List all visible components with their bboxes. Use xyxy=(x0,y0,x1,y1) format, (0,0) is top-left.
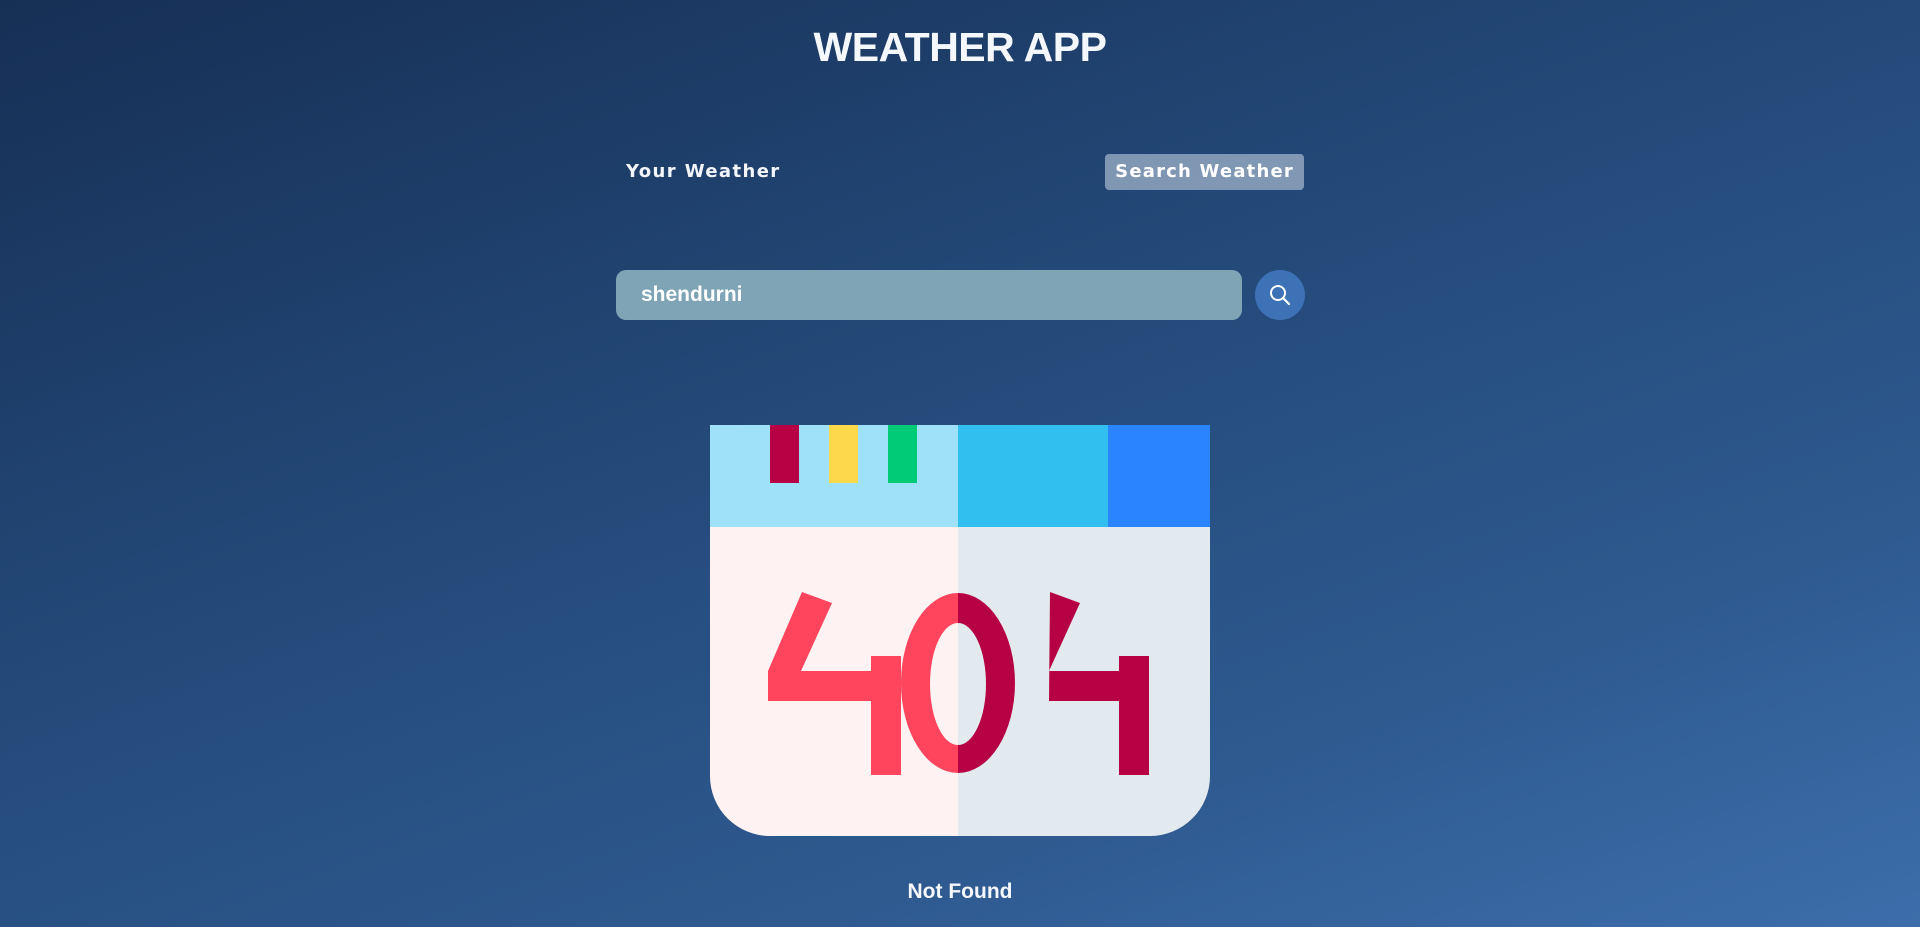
city-search-input[interactable] xyxy=(616,270,1242,320)
tab-search-weather[interactable]: Search Weather xyxy=(1105,154,1304,190)
tab-your-weather[interactable]: Your Weather xyxy=(626,154,781,190)
tab-marker-red xyxy=(770,425,799,483)
status-message: Not Found xyxy=(907,880,1013,903)
search-button[interactable] xyxy=(1255,270,1305,320)
tab-marker-yellow xyxy=(829,425,858,483)
app-title: WEATHER APP xyxy=(813,24,1107,70)
404-error-icon xyxy=(710,425,1210,836)
browser-bar-middle xyxy=(958,425,1108,527)
browser-bar-right xyxy=(1108,425,1210,527)
tab-bar: Your Weather Search Weather xyxy=(616,154,1304,190)
tab-marker-green xyxy=(888,425,917,483)
search-icon xyxy=(1270,285,1291,306)
